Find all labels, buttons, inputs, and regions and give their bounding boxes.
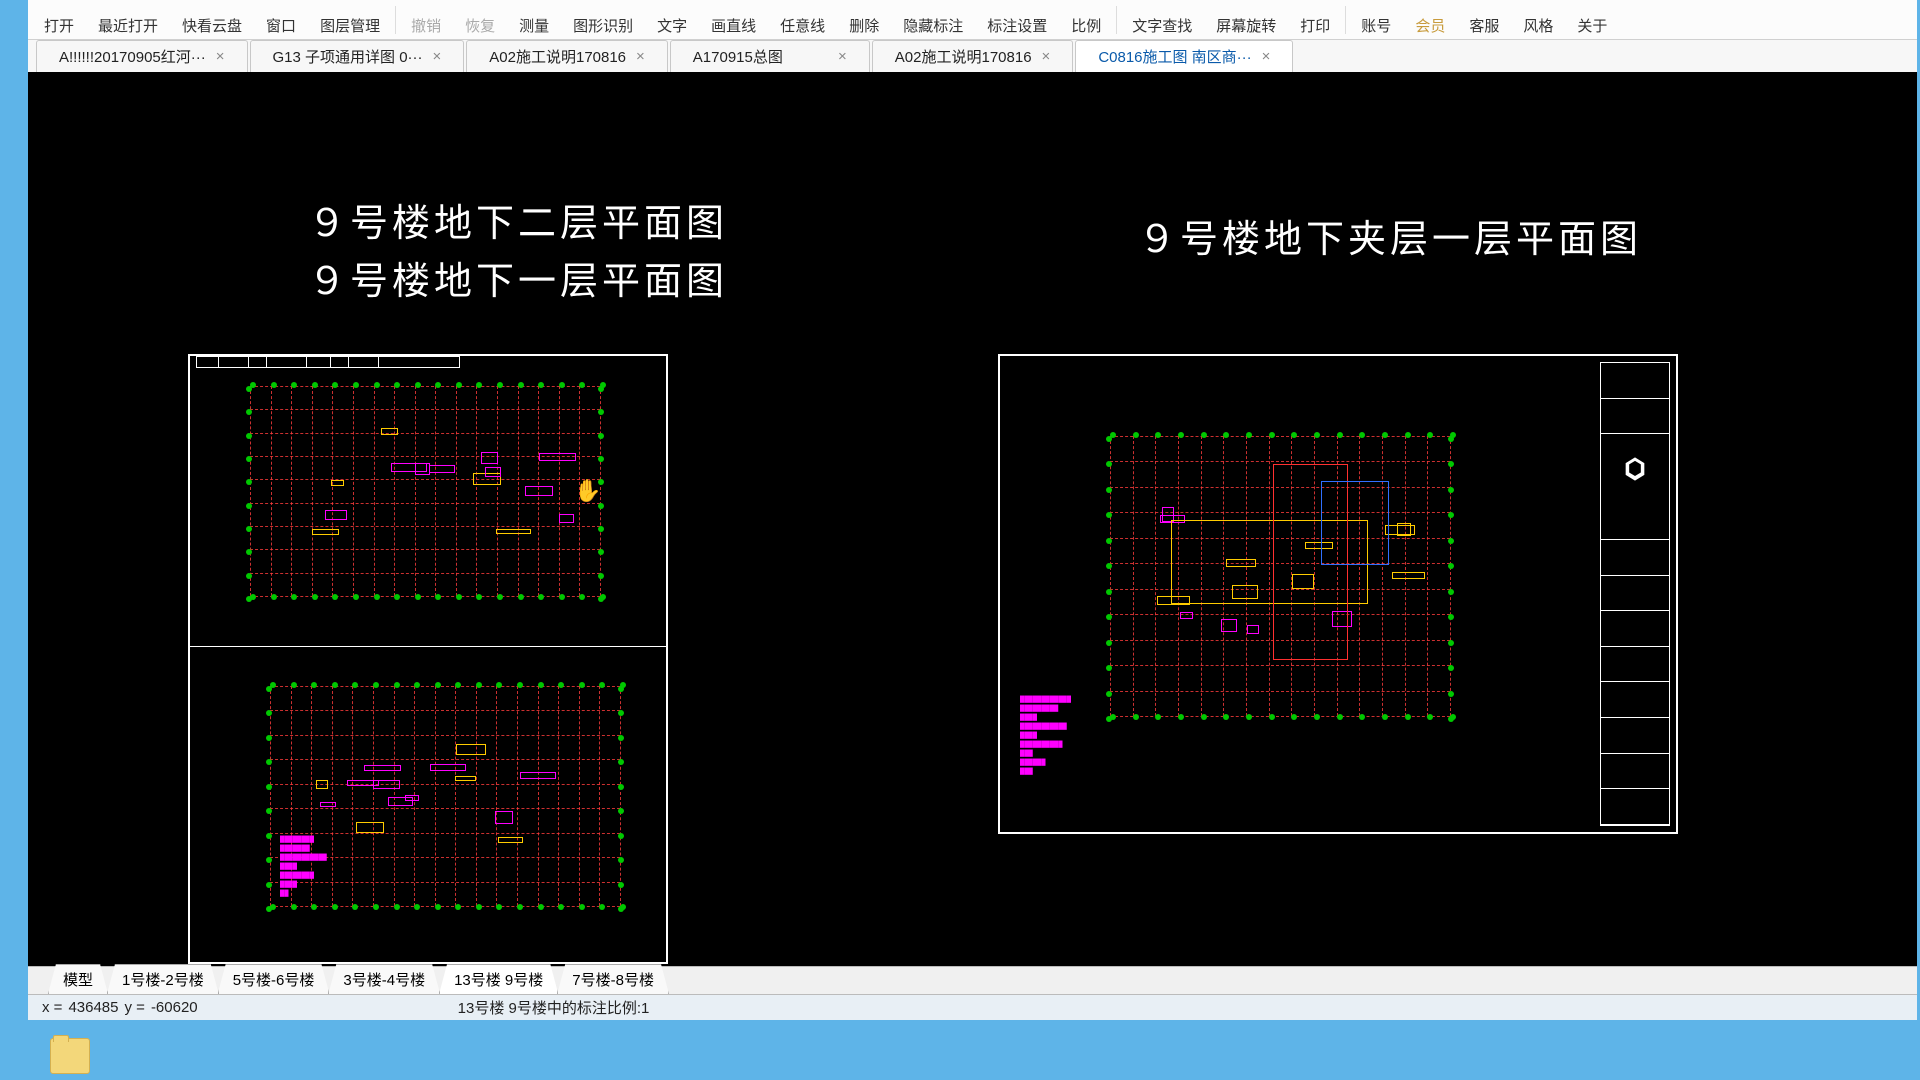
file-tab-label: C0816施工图 南区商··· xyxy=(1098,46,1251,67)
close-icon[interactable]: × xyxy=(433,48,442,65)
file-tab[interactable]: A!!!!!!20170905红河··· × xyxy=(36,40,248,72)
pan-cursor-icon: ✋ xyxy=(574,478,601,504)
text-find-button[interactable]: 文字查找 xyxy=(1120,1,1204,39)
separator xyxy=(1116,6,1117,34)
hide-annotation-button[interactable]: 隐藏标注 xyxy=(891,1,975,39)
drawing-canvas[interactable]: ９号楼地下二层平面图 ９号楼地下一层平面图 ９号楼地下夹层一层平面图 █████… xyxy=(28,72,1917,966)
drawing-title: ９号楼地下夹层一层平面图 xyxy=(1138,208,1642,263)
y-value: -60620 xyxy=(151,999,198,1016)
windows-taskbar xyxy=(0,1032,1920,1080)
drawing-frame-left: ████████████████████████████████████████… xyxy=(188,354,668,964)
member-button[interactable]: 会员 xyxy=(1403,1,1457,39)
legend-text: ████████████████████████████████████████… xyxy=(1020,696,1071,777)
sheet-tab[interactable]: 3号楼-4号楼 xyxy=(328,964,440,994)
open-button[interactable]: 打开 xyxy=(32,1,86,39)
file-tab-label: G13 子项通用详图 0··· xyxy=(273,46,423,67)
sheet-tab-model[interactable]: 模型 xyxy=(48,964,108,994)
x-value: 436485 xyxy=(68,999,118,1016)
screen-rotate-button[interactable]: 屏幕旋转 xyxy=(1204,1,1288,39)
folder-icon[interactable] xyxy=(50,1038,90,1074)
legend-text: ████████████████████████████████████████… xyxy=(280,836,327,899)
separator xyxy=(1345,6,1346,34)
file-tab[interactable]: A02施工说明170816 × xyxy=(466,40,668,72)
style-button[interactable]: 风格 xyxy=(1511,1,1565,39)
close-icon[interactable]: × xyxy=(216,48,225,65)
x-label: x = xyxy=(42,999,62,1016)
drawing-title: ９号楼地下一层平面图 xyxy=(308,250,728,305)
status-bar: x = 436485 y = -60620 13号楼 9号楼中的标注比例:1 xyxy=(28,994,1917,1020)
cloud-button[interactable]: 快看云盘 xyxy=(170,1,254,39)
sheet-tab[interactable]: 13号楼 9号楼 xyxy=(439,964,558,994)
file-tab[interactable]: A02施工说明170816 × xyxy=(872,40,1074,72)
file-tab-label: A!!!!!!20170905红河··· xyxy=(59,46,206,67)
sheet-tab[interactable]: 1号楼-2号楼 xyxy=(107,964,219,994)
main-toolbar: 打开 最近打开 快看云盘 窗口 图层管理 撤销 恢复 测量 图形识别 文字 画直… xyxy=(28,0,1917,40)
shape-recognize-button[interactable]: 图形识别 xyxy=(561,1,645,39)
layer-manager-button[interactable]: 图层管理 xyxy=(308,1,392,39)
title-block xyxy=(1600,362,1670,826)
file-tab-bar: A!!!!!!20170905红河··· × G13 子项通用详图 0··· ×… xyxy=(28,40,1917,72)
sheet-tab-bar: 模型 1号楼-2号楼 5号楼-6号楼 3号楼-4号楼 13号楼 9号楼 7号楼-… xyxy=(28,966,1917,994)
text-button[interactable]: 文字 xyxy=(645,1,699,39)
close-icon[interactable]: × xyxy=(838,48,847,65)
floor-plan xyxy=(1110,436,1450,716)
drawing-title: ９号楼地下二层平面图 xyxy=(308,192,728,247)
file-tab-label: A02施工说明170816 xyxy=(895,46,1032,67)
close-icon[interactable]: × xyxy=(1042,48,1051,65)
close-icon[interactable]: × xyxy=(636,48,645,65)
sheet-tab[interactable]: 7号楼-8号楼 xyxy=(557,964,669,994)
free-line-button[interactable]: 任意线 xyxy=(768,1,837,39)
annotation-settings-button[interactable]: 标注设置 xyxy=(975,1,1059,39)
sheet-tab[interactable]: 5号楼-6号楼 xyxy=(218,964,330,994)
file-tab-label: A170915总图 xyxy=(693,46,783,67)
delete-button[interactable]: 删除 xyxy=(837,1,891,39)
draw-line-button[interactable]: 画直线 xyxy=(699,1,768,39)
y-label: y = xyxy=(125,999,145,1016)
file-tab-label: A02施工说明170816 xyxy=(489,46,626,67)
logo-icon xyxy=(1601,434,1669,504)
close-icon[interactable]: × xyxy=(1262,48,1271,65)
about-button[interactable]: 关于 xyxy=(1565,1,1619,39)
print-button[interactable]: 打印 xyxy=(1288,1,1342,39)
drawing-frame-right: ████████████████████████████████████████… xyxy=(998,354,1678,834)
coord-readout: x = 436485 y = -60620 xyxy=(42,999,198,1016)
floor-plan xyxy=(250,386,600,596)
file-tab[interactable]: C0816施工图 南区商··· × xyxy=(1075,40,1293,72)
undo-button[interactable]: 撤销 xyxy=(399,1,453,39)
account-button[interactable]: 账号 xyxy=(1349,1,1403,39)
file-tab[interactable]: G13 子项通用详图 0··· × xyxy=(250,40,465,72)
window-button[interactable]: 窗口 xyxy=(254,1,308,39)
redo-button[interactable]: 恢复 xyxy=(453,1,507,39)
support-button[interactable]: 客服 xyxy=(1457,1,1511,39)
file-tab[interactable]: A170915总图 × xyxy=(670,40,870,72)
ratio-button[interactable]: 比例 xyxy=(1059,1,1113,39)
annotation-ratio: 13号楼 9号楼中的标注比例:1 xyxy=(458,997,650,1018)
measure-button[interactable]: 测量 xyxy=(507,1,561,39)
floor-plan: ████████████████████████████████████████… xyxy=(270,686,620,906)
recent-button[interactable]: 最近打开 xyxy=(86,1,170,39)
separator xyxy=(395,6,396,34)
